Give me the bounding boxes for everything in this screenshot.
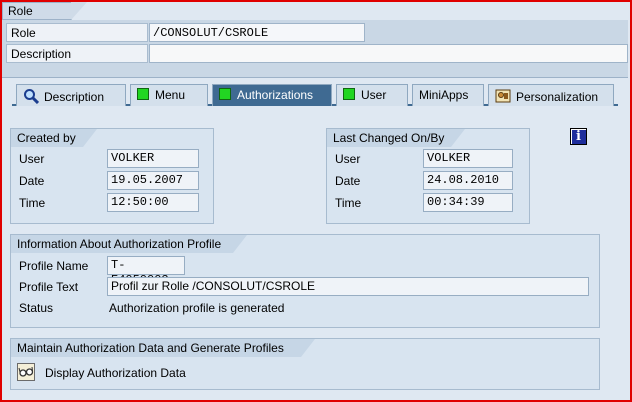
profile-text-label: Profile Text: [19, 280, 79, 294]
display-authorization-data-button[interactable]: Display Authorization Data: [17, 363, 186, 381]
last-changed-title: Last Changed On/By: [327, 129, 451, 147]
green-status-icon: [219, 88, 231, 100]
created-by-group: Created by User VOLKER Date 19.05.2007 T…: [10, 128, 214, 224]
created-date-label: Date: [19, 174, 45, 188]
created-date-field[interactable]: 19.05.2007: [107, 171, 199, 190]
personalization-icon: [495, 89, 511, 103]
changed-time-field[interactable]: 00:34:39: [423, 193, 513, 212]
created-by-title: Created by: [11, 129, 83, 147]
auth-profile-group: Information About Authorization Profile …: [10, 234, 600, 328]
role-section-title: Role: [2, 2, 72, 20]
description-field[interactable]: [149, 44, 628, 63]
maintain-group: Maintain Authorization Data and Generate…: [10, 338, 600, 390]
status-label: Status: [19, 301, 54, 315]
description-label: Description: [6, 44, 148, 63]
created-user-field[interactable]: VOLKER: [107, 149, 199, 168]
role-field[interactable]: /CONSOLUT/CSROLE: [149, 23, 365, 42]
changed-time-label: Time: [335, 196, 362, 210]
created-by-title-tab: [83, 129, 97, 147]
profile-text-field[interactable]: Profil zur Rolle /CONSOLUT/CSROLE: [107, 277, 589, 296]
profile-name-label: Profile Name: [19, 259, 89, 273]
created-time-field[interactable]: 12:50:00: [107, 193, 199, 212]
role-label: Role: [6, 23, 148, 42]
green-status-icon: [137, 88, 149, 100]
created-time-label: Time: [19, 196, 46, 210]
role-section-title-tab: [71, 2, 87, 20]
tab-user-label: User: [361, 88, 387, 102]
green-status-icon: [343, 88, 355, 100]
tab-description[interactable]: Description: [16, 84, 126, 106]
last-changed-title-tab: [451, 129, 465, 147]
auth-profile-title-tab: [233, 235, 247, 253]
profile-name-field[interactable]: T-E4050003: [107, 256, 185, 287]
created-user-label: User: [19, 152, 45, 166]
tab-miniapps[interactable]: MiniApps: [412, 84, 484, 106]
tab-user[interactable]: User: [336, 84, 408, 106]
tab-description-label: Description: [44, 90, 105, 104]
status-value: Authorization profile is generated: [109, 301, 285, 315]
auth-profile-title: Information About Authorization Profile: [11, 235, 233, 253]
magnifier-icon: [24, 89, 40, 105]
changed-user-field[interactable]: VOLKER: [423, 149, 513, 168]
tab-menu-label: Menu: [155, 88, 186, 102]
changed-date-field[interactable]: 24.08.2010: [423, 171, 513, 190]
tab-authorizations-label: Authorizations: [237, 88, 314, 102]
glasses-display-icon: [17, 363, 35, 381]
changed-date-label: Date: [335, 174, 361, 188]
tab-personalization-label: Personalization: [516, 90, 599, 104]
display-authorization-data-label: Display Authorization Data: [45, 366, 186, 380]
tab-authorizations[interactable]: Authorizations: [212, 84, 332, 106]
info-icon[interactable]: i: [570, 128, 587, 145]
changed-user-label: User: [335, 152, 361, 166]
tab-menu[interactable]: Menu: [130, 84, 208, 106]
tab-miniapps-label: MiniApps: [419, 88, 469, 102]
last-changed-group: Last Changed On/By User VOLKER Date 24.0…: [326, 128, 530, 224]
maintain-title: Maintain Authorization Data and Generate…: [11, 339, 301, 357]
maintain-title-tab: [301, 339, 315, 357]
tab-personalization[interactable]: Personalization: [488, 84, 614, 106]
tab-strip: Description Menu Authorizations User Min…: [12, 84, 618, 106]
